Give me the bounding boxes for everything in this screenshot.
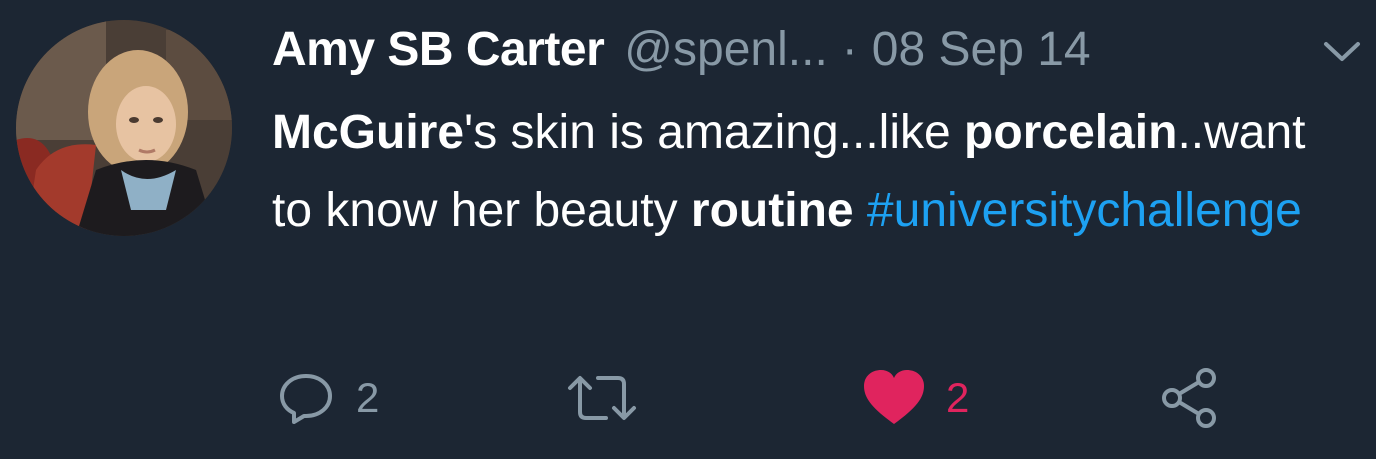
reply-button[interactable]: 2 xyxy=(276,366,379,430)
tweet-card: Amy SB Carter @spenl... · 08 Sep 14 McGu… xyxy=(0,0,1376,459)
chevron-down-icon[interactable] xyxy=(1320,34,1364,70)
retweet-icon xyxy=(568,376,636,420)
tweet-date[interactable]: 08 Sep 14 xyxy=(872,18,1091,82)
tweet-header: Amy SB Carter @spenl... · 08 Sep 14 xyxy=(272,18,1091,82)
like-button[interactable]: 2 xyxy=(862,366,969,430)
user-handle[interactable]: @spenl... xyxy=(624,18,827,82)
text-segment xyxy=(854,184,867,237)
avatar-image xyxy=(16,20,232,236)
hashtag-link[interactable]: #universitychallenge xyxy=(867,184,1302,237)
reply-count: 2 xyxy=(356,374,380,421)
share-icon xyxy=(1162,368,1216,428)
display-name[interactable]: Amy SB Carter xyxy=(272,18,605,82)
reply-icon xyxy=(280,374,332,424)
text-segment: 's skin is amazing...like xyxy=(464,106,965,159)
avatar[interactable] xyxy=(16,20,232,236)
like-count: 2 xyxy=(946,374,970,421)
bold-mention: McGuire xyxy=(272,106,465,159)
share-button[interactable] xyxy=(1158,366,1222,430)
separator: · xyxy=(841,23,858,76)
retweet-button[interactable] xyxy=(564,366,640,430)
heart-icon xyxy=(864,370,924,424)
action-bar: 2 2 xyxy=(0,366,1376,430)
tweet-text: McGuire's skin is amazing...like porcela… xyxy=(272,94,1332,250)
bold-word: porcelain xyxy=(964,106,1178,159)
bold-word: routine xyxy=(690,184,854,237)
